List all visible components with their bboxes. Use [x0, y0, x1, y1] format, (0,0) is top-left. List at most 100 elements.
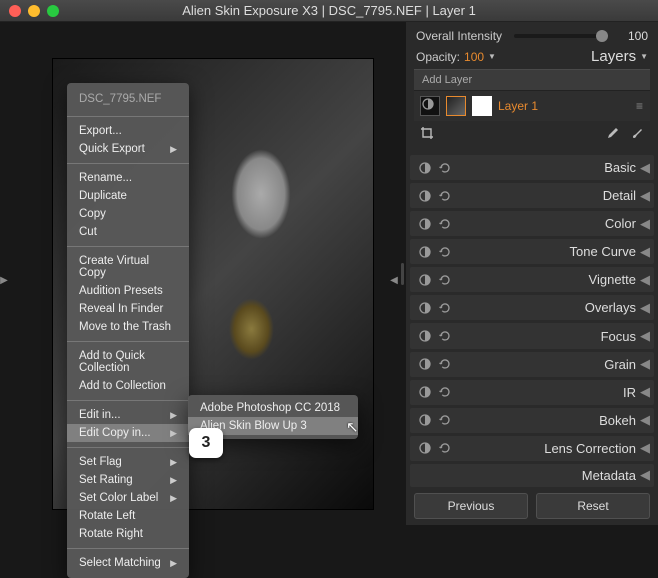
submenu-photoshop[interactable]: Adobe Photoshop CC 2018 — [188, 399, 358, 417]
panel-ir[interactable]: IR◀ — [410, 380, 654, 405]
reset-icon[interactable] — [438, 301, 452, 315]
reset-button[interactable]: Reset — [536, 493, 650, 519]
panel-metadata[interactable]: Metadata◀ — [410, 464, 654, 487]
chevron-left-icon: ◀ — [640, 356, 646, 372]
collapse-right-panel-button[interactable]: ◀ — [390, 272, 398, 288]
expand-left-panel-button[interactable]: ▶ — [0, 272, 8, 288]
crop-icon[interactable] — [420, 126, 434, 140]
menu-duplicate[interactable]: Duplicate — [67, 187, 189, 205]
toggle-icon[interactable] — [418, 161, 432, 175]
reset-icon[interactable] — [438, 189, 452, 203]
toggle-icon[interactable] — [418, 217, 432, 231]
panel-title: Metadata — [418, 468, 640, 483]
menu-quick-export[interactable]: Quick Export▶ — [67, 140, 189, 158]
panel-bokeh[interactable]: Bokeh◀ — [410, 408, 654, 433]
layer-visibility-thumb[interactable] — [420, 96, 440, 116]
add-layer-button[interactable]: Add Layer — [414, 69, 650, 91]
menu-select-matching[interactable]: Select Matching▶ — [67, 554, 189, 572]
pencil-icon[interactable] — [606, 126, 620, 140]
chevron-left-icon: ◀ — [640, 188, 646, 204]
toggle-icon[interactable] — [418, 273, 432, 287]
chevron-left-icon: ◀ — [640, 440, 646, 456]
window-title: Alien Skin Exposure X3 | DSC_7795.NEF | … — [0, 3, 658, 18]
menu-audition-presets[interactable]: Audition Presets — [67, 282, 189, 300]
window-titlebar: Alien Skin Exposure X3 | DSC_7795.NEF | … — [0, 0, 658, 22]
panel-tone-curve[interactable]: Tone Curve◀ — [410, 239, 654, 264]
brush-icon[interactable] — [630, 126, 644, 140]
chevron-left-icon: ◀ — [640, 272, 646, 288]
reset-icon[interactable] — [438, 329, 452, 343]
toggle-icon[interactable] — [418, 189, 432, 203]
panel-title: IR — [452, 385, 640, 400]
menu-set-rating[interactable]: Set Rating▶ — [67, 471, 189, 489]
chevron-left-icon: ◀ — [640, 244, 646, 260]
panel-vignette[interactable]: Vignette◀ — [410, 267, 654, 292]
menu-add-quick-collection[interactable]: Add to Quick Collection — [67, 347, 189, 377]
panel-grain[interactable]: Grain◀ — [410, 352, 654, 377]
menu-rotate-left[interactable]: Rotate Left — [67, 507, 189, 525]
toggle-icon[interactable] — [418, 329, 432, 343]
image-viewport: ▶ ◀ DSC_7795.NEF Export... Quick Export▶… — [0, 22, 398, 525]
menu-export[interactable]: Export... — [67, 122, 189, 140]
panel-detail[interactable]: Detail◀ — [410, 183, 654, 208]
chevron-left-icon: ◀ — [640, 216, 646, 232]
menu-create-virtual-copy[interactable]: Create Virtual Copy — [67, 252, 189, 282]
panel-title: Tone Curve — [452, 244, 640, 259]
panel-lens-correction[interactable]: Lens Correction◀ — [410, 436, 654, 461]
panel-overlays[interactable]: Overlays◀ — [410, 295, 654, 320]
panel-color[interactable]: Color◀ — [410, 211, 654, 236]
previous-button[interactable]: Previous — [414, 493, 528, 519]
reset-icon[interactable] — [438, 217, 452, 231]
menu-edit-copy-in[interactable]: Edit Copy in...▶ — [67, 424, 189, 442]
overall-intensity-slider[interactable] — [514, 34, 608, 38]
layer-thumbnail[interactable] — [446, 96, 466, 116]
layer-tools-row — [414, 121, 650, 145]
toggle-icon[interactable] — [418, 301, 432, 315]
panel-focus[interactable]: Focus◀ — [410, 323, 654, 348]
panel-title: Bokeh — [452, 413, 640, 428]
layer-name-label[interactable]: Layer 1 — [498, 99, 538, 113]
toggle-icon[interactable] — [418, 245, 432, 259]
panel-title: Lens Correction — [452, 441, 640, 456]
reset-icon[interactable] — [438, 245, 452, 259]
panel-title: Vignette — [452, 272, 640, 287]
layer-row[interactable]: Layer 1 ≡ — [414, 91, 650, 121]
panel-title: Basic — [452, 160, 640, 175]
toggle-icon[interactable] — [418, 441, 432, 455]
menu-edit-in[interactable]: Edit in...▶ — [67, 406, 189, 424]
overall-intensity-value: 100 — [620, 29, 648, 43]
chevron-left-icon: ◀ — [640, 300, 646, 316]
reset-icon[interactable] — [438, 441, 452, 455]
menu-add-collection[interactable]: Add to Collection — [67, 377, 189, 395]
toggle-icon[interactable] — [418, 413, 432, 427]
reset-icon[interactable] — [438, 413, 452, 427]
layer-mask-thumbnail[interactable] — [472, 96, 492, 116]
chevron-down-icon: ▼ — [640, 52, 648, 61]
menu-reveal-in-finder[interactable]: Reveal In Finder — [67, 300, 189, 318]
panel-resizer[interactable] — [398, 22, 406, 525]
chevron-down-icon: ▼ — [488, 52, 496, 61]
chevron-left-icon: ◀ — [640, 467, 646, 483]
menu-rename[interactable]: Rename... — [67, 169, 189, 187]
menu-set-color-label[interactable]: Set Color Label▶ — [67, 489, 189, 507]
panel-title: Grain — [452, 357, 640, 372]
panel-title: Detail — [452, 188, 640, 203]
panel-title: Color — [452, 216, 640, 231]
reset-icon[interactable] — [438, 357, 452, 371]
reset-icon[interactable] — [438, 385, 452, 399]
menu-set-flag[interactable]: Set Flag▶ — [67, 453, 189, 471]
menu-copy[interactable]: Copy — [67, 205, 189, 223]
toggle-icon[interactable] — [418, 385, 432, 399]
layers-panel-title[interactable]: Layers▼ — [591, 48, 648, 65]
toggle-icon[interactable] — [418, 357, 432, 371]
right-panel: Overall Intensity 100 Opacity: 100 ▼ Lay… — [406, 22, 658, 525]
reset-icon[interactable] — [438, 161, 452, 175]
layer-opacity-control[interactable]: Opacity: 100 ▼ — [416, 50, 496, 64]
menu-rotate-right[interactable]: Rotate Right — [67, 525, 189, 543]
menu-move-to-trash[interactable]: Move to the Trash — [67, 318, 189, 336]
menu-cut[interactable]: Cut — [67, 223, 189, 241]
reset-icon[interactable] — [438, 273, 452, 287]
panel-basic[interactable]: Basic◀ — [410, 155, 654, 180]
panel-title: Overlays — [452, 300, 640, 315]
layer-menu-icon[interactable]: ≡ — [636, 99, 644, 113]
